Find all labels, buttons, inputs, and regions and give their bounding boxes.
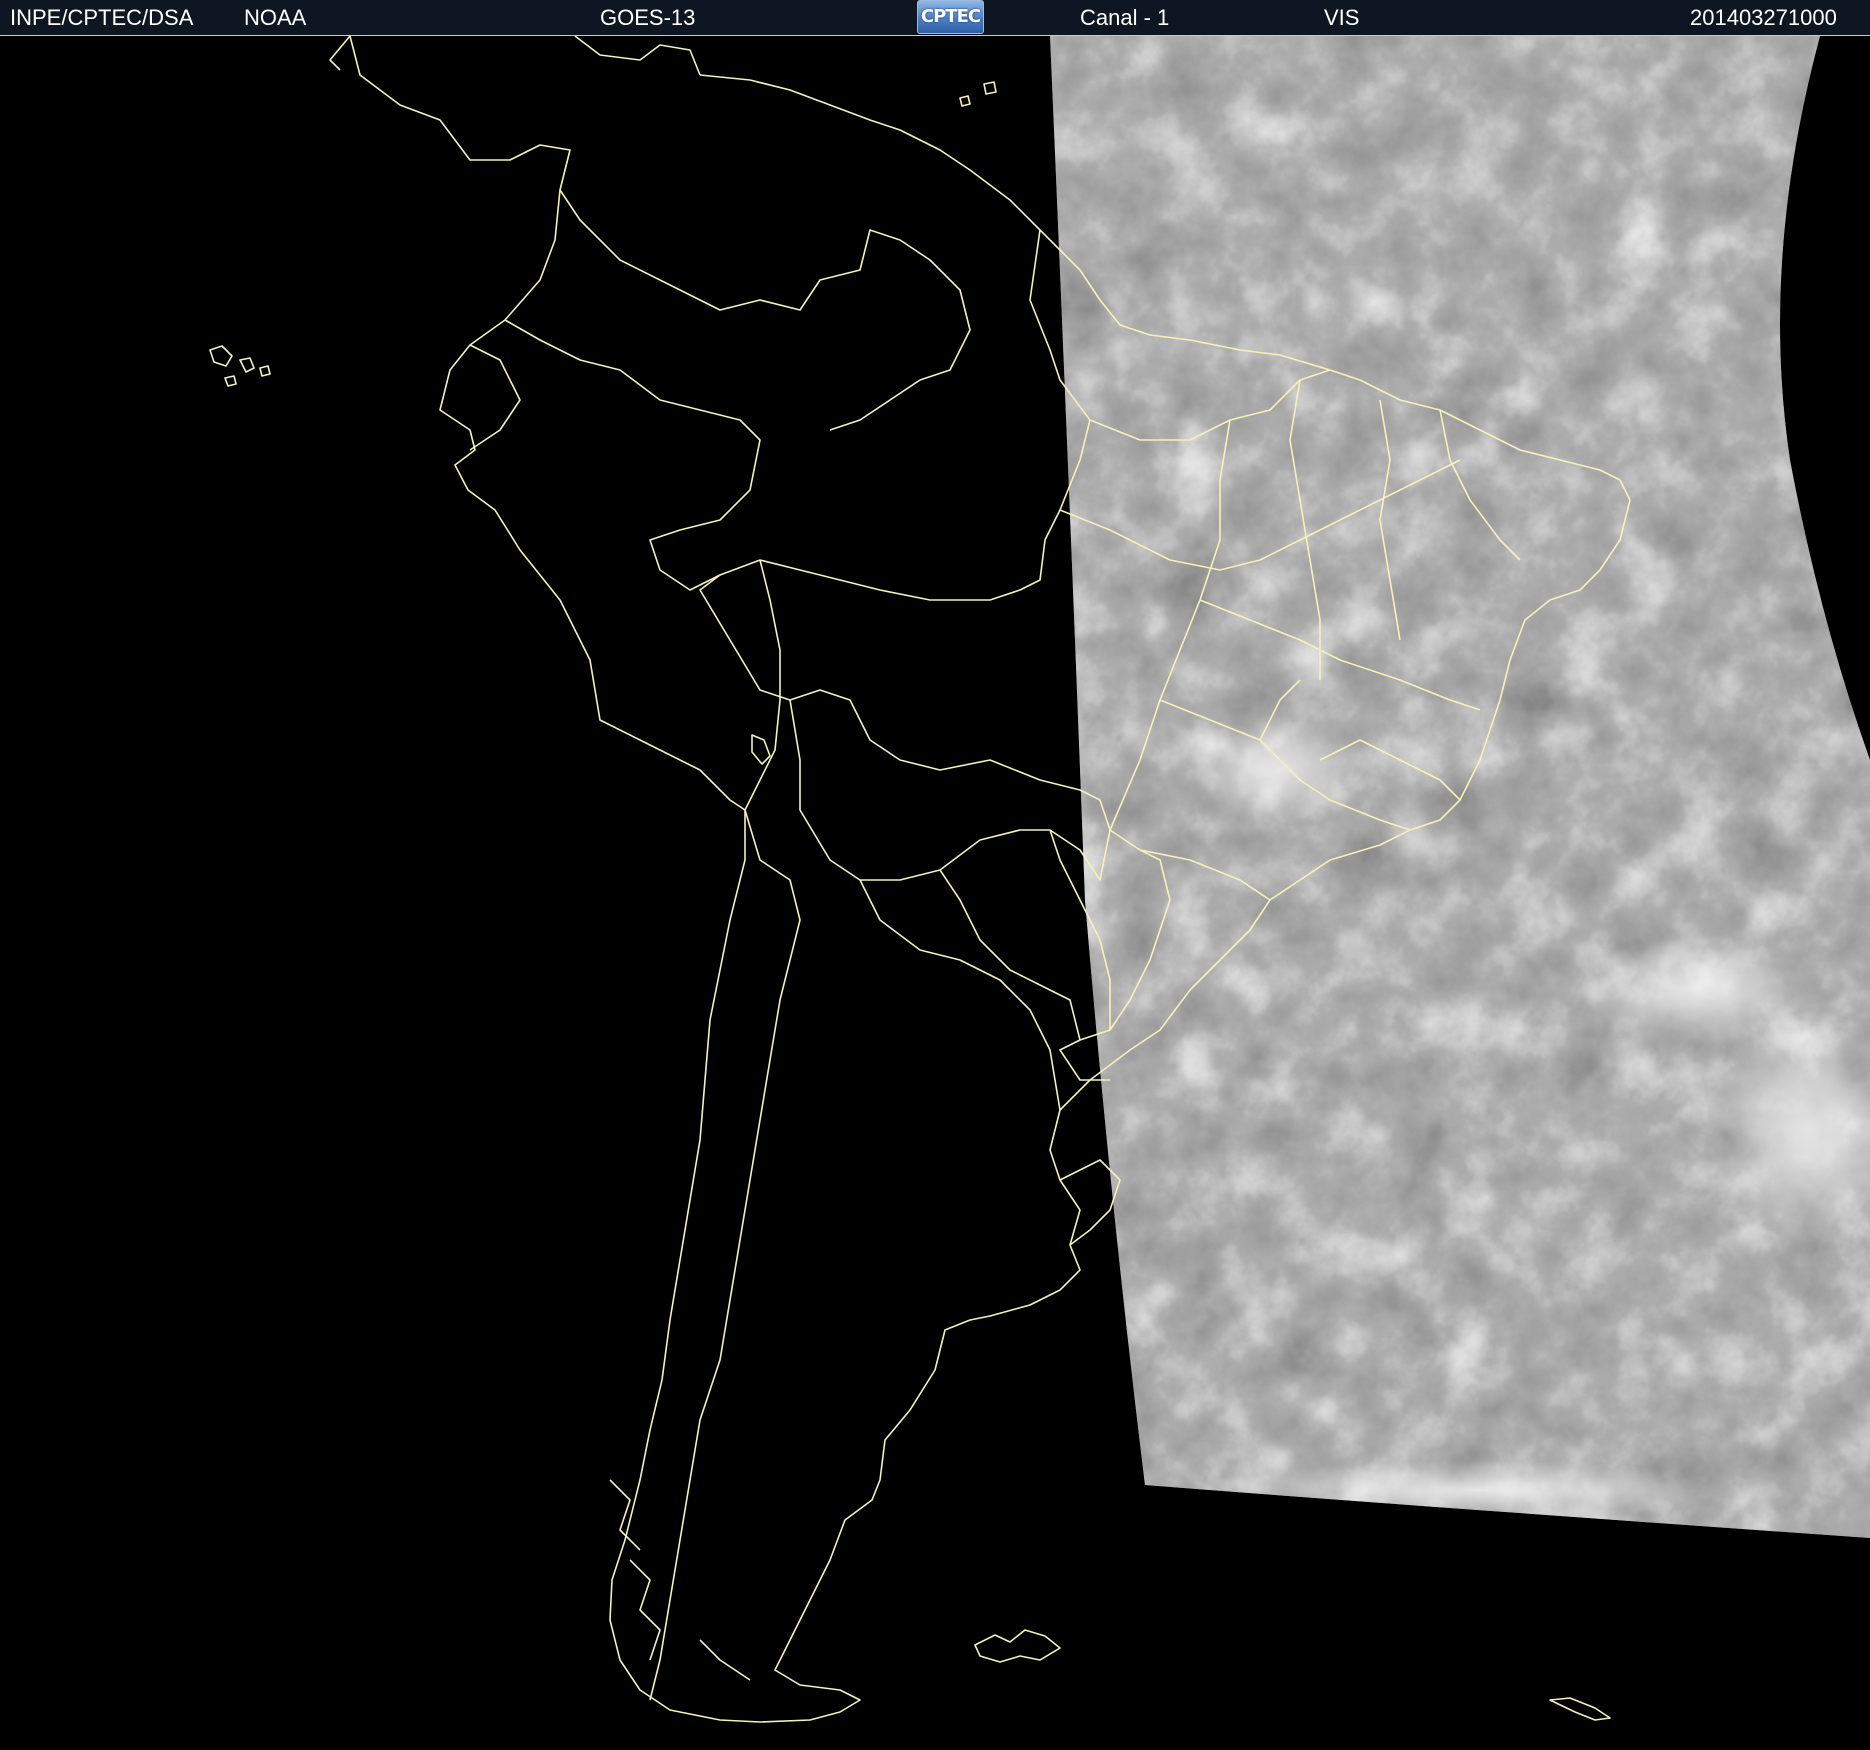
bright-cloud-patch bbox=[1190, 715, 1370, 825]
cptec-logo: CPTEC bbox=[917, 0, 984, 34]
datetime-label: 201403271000 bbox=[1690, 5, 1837, 30]
channel-label: Canal - 1 bbox=[1080, 5, 1170, 30]
satellite-map bbox=[0, 36, 1870, 1750]
satellite-label: GOES-13 bbox=[600, 5, 696, 30]
agency-label: INPE/CPTEC/DSA bbox=[10, 5, 194, 30]
cptec-logo-text: CPTEC bbox=[920, 6, 981, 27]
source-label: NOAA bbox=[244, 5, 307, 30]
band-label: VIS bbox=[1324, 5, 1360, 30]
image-header-bar: INPE/CPTEC/DSA NOAA GOES-13 CPTEC Canal … bbox=[0, 0, 1870, 36]
bright-cloud-band bbox=[1580, 935, 1820, 1045]
